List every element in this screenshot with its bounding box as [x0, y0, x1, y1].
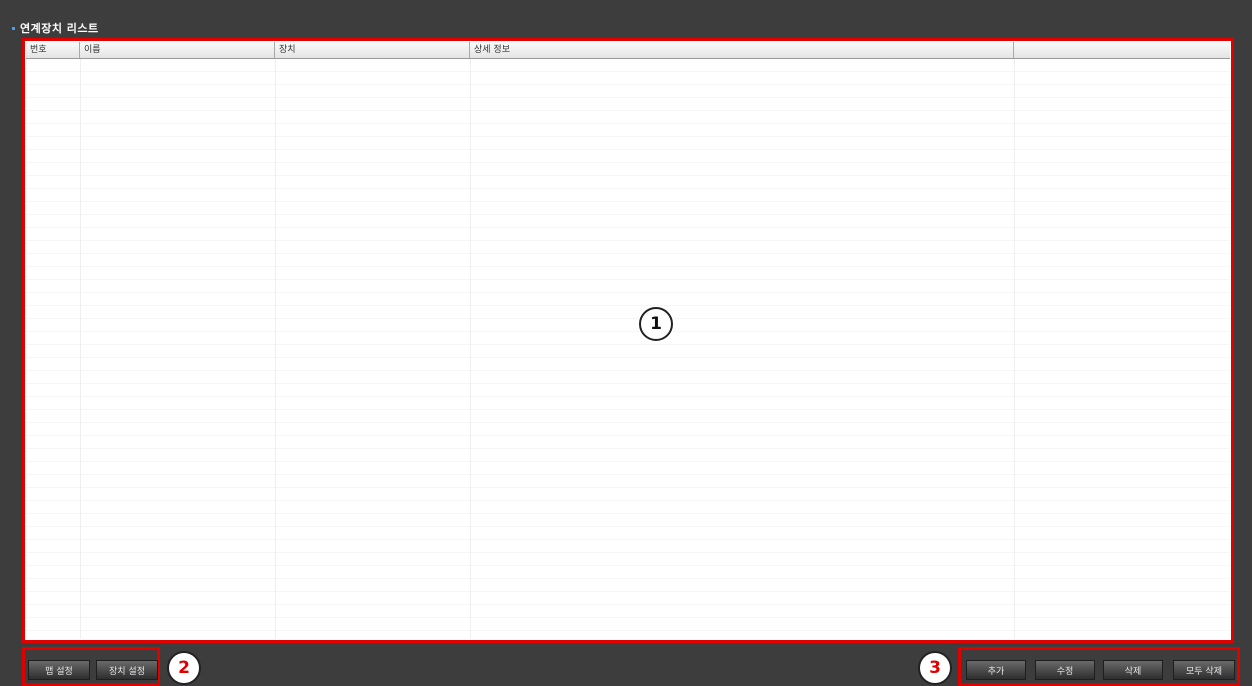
map-settings-button[interactable]: 맵 설정: [28, 660, 90, 680]
column-divider: [470, 59, 471, 639]
column-divider: [80, 59, 81, 639]
delete-button[interactable]: 삭제: [1103, 660, 1163, 680]
column-header-details[interactable]: 상세 정보: [470, 42, 1014, 58]
column-header-number[interactable]: 번호: [26, 42, 80, 58]
callout-1: 1: [639, 307, 673, 341]
table-header: 번호 이름 장치 상세 정보: [26, 42, 1230, 59]
edit-button[interactable]: 수정: [1035, 660, 1095, 680]
delete-all-button[interactable]: 모두 삭제: [1173, 660, 1235, 680]
column-header-extra[interactable]: [1014, 42, 1230, 58]
panel-title-text: 연계장치 리스트: [20, 22, 99, 35]
column-header-device[interactable]: 장치: [275, 42, 470, 58]
panel-title: 연계장치 리스트: [12, 20, 99, 36]
add-button[interactable]: 추가: [966, 660, 1026, 680]
callout-3: 3: [918, 651, 952, 685]
device-list-table: 번호 이름 장치 상세 정보: [22, 38, 1234, 643]
column-header-name[interactable]: 이름: [80, 42, 275, 58]
callout-2: 2: [167, 651, 201, 685]
table-body[interactable]: [26, 59, 1230, 639]
column-divider: [1014, 59, 1015, 639]
column-divider: [275, 59, 276, 639]
device-settings-button[interactable]: 장치 설정: [96, 660, 158, 680]
bullet-icon: [12, 26, 15, 30]
